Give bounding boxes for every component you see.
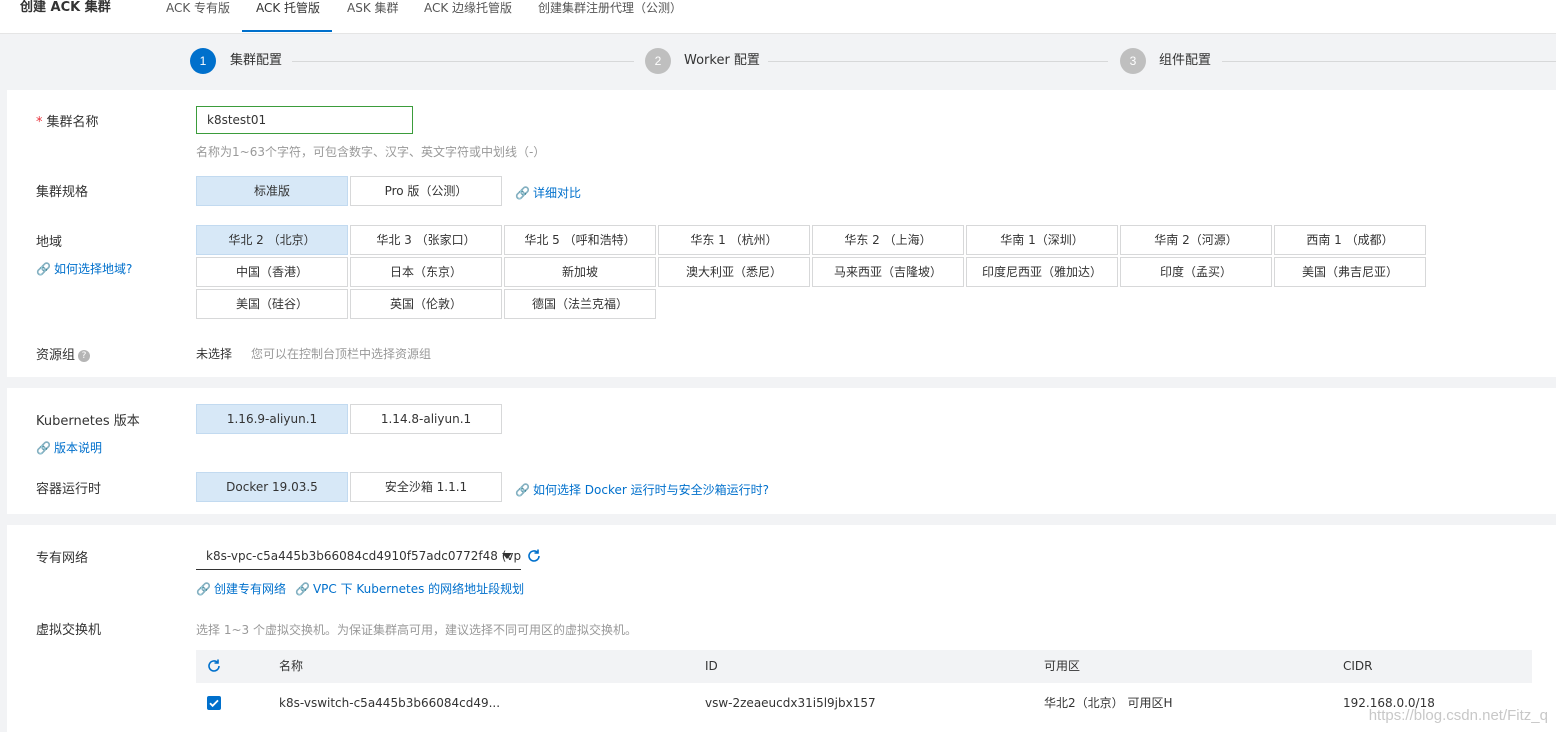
region-option[interactable]: 华东 1 （杭州） — [658, 225, 810, 255]
region-label: 地域 — [36, 235, 63, 250]
vpc-select[interactable]: k8s-vpc-c5a445b3b66084cd4910f57adc0772f4… — [196, 544, 521, 570]
required-mark: * — [36, 115, 43, 130]
row-zone: 华北2（北京） 可用区H — [1044, 696, 1173, 710]
region-option[interactable]: 华北 3 （张家口） — [350, 225, 502, 255]
tab-ack-edge[interactable]: ACK 边缘托管版 — [424, 0, 512, 16]
network-section: 专有网络 k8s-vpc-c5a445b3b66084cd4910f57adc0… — [7, 525, 1556, 732]
step-1-circle: 1 — [190, 48, 216, 74]
vpc-plan-link[interactable]: 🔗 VPC 下 Kubernetes 的网络地址段规划 — [295, 580, 524, 597]
column-header-cidr: CIDR — [1343, 659, 1373, 673]
page-title: 创建 ACK 集群 — [20, 0, 111, 15]
step-3-circle: 3 — [1120, 48, 1146, 74]
top-bar: 创建 ACK 集群 ACK 专有版 ACK 托管版 ASK 集群 ACK 边缘托… — [0, 0, 1556, 34]
version-option-1-14[interactable]: 1.14.8-aliyun.1 — [350, 404, 502, 434]
spec-compare-link[interactable]: 🔗 详细对比 — [515, 184, 581, 201]
basic-config-section: * 集群名称 k8stest01 名称为1~63个字符，可包含数字、汉字、英文字符… — [7, 90, 1556, 377]
column-header-id: ID — [705, 659, 718, 673]
kubernetes-section: Kubernetes 版本 🔗 版本说明 1.16.9-aliyun.1 1.14… — [7, 388, 1556, 514]
runtime-label: 容器运行时 — [36, 482, 102, 497]
step-connector — [292, 61, 634, 62]
column-header-zone: 可用区 — [1044, 659, 1081, 673]
vpc-label: 专有网络 — [36, 551, 89, 566]
link-icon: 🔗 — [36, 262, 51, 276]
step-2-circle: 2 — [645, 48, 671, 74]
column-header-name: 名称 — [279, 659, 304, 673]
runtime-help-link[interactable]: 🔗 如何选择 Docker 运行时与安全沙箱运行时? — [515, 481, 769, 498]
cluster-name-input[interactable]: k8stest01 — [196, 106, 413, 134]
active-tab-indicator — [242, 30, 332, 32]
resource-group-hint: 您可以在控制台顶栏中选择资源组 — [251, 347, 432, 361]
row-name: k8s-vswitch-c5a445b3b66084cd49... — [279, 696, 501, 710]
step-3-label: 组件配置 — [1159, 53, 1212, 68]
region-option[interactable]: 华南 1（深圳） — [966, 225, 1118, 255]
spec-option-standard[interactable]: 标准版 — [196, 176, 348, 206]
link-icon: 🔗 — [515, 186, 530, 200]
k8s-version-label: Kubernetes 版本 — [36, 414, 140, 429]
region-option[interactable]: 日本（东京） — [350, 257, 502, 287]
tab-ack-managed[interactable]: ACK 托管版 — [256, 0, 320, 16]
step-2-label: Worker 配置 — [684, 53, 760, 68]
refresh-icon[interactable] — [206, 658, 222, 677]
region-option[interactable]: 美国（硅谷） — [196, 289, 348, 319]
region-option[interactable]: 华南 2（河源） — [1120, 225, 1272, 255]
tab-ask[interactable]: ASK 集群 — [347, 0, 399, 16]
resource-group-label: 资源组? — [36, 344, 91, 363]
region-option[interactable]: 印度（孟买） — [1120, 257, 1272, 287]
region-option[interactable]: 美国（弗吉尼亚） — [1274, 257, 1426, 287]
link-icon: 🔗 — [515, 483, 530, 497]
tab-ack-dedicated[interactable]: ACK 专有版 — [166, 0, 230, 16]
region-option[interactable]: 印度尼西亚（雅加达） — [966, 257, 1118, 287]
step-connector — [1222, 61, 1556, 62]
vswitch-label: 虚拟交换机 — [36, 623, 102, 638]
runtime-option-sandbox[interactable]: 安全沙箱 1.1.1 — [350, 472, 502, 502]
tab-register-agent[interactable]: 创建集群注册代理（公测） — [538, 0, 682, 16]
region-option[interactable]: 新加坡 — [504, 257, 656, 287]
step-connector — [768, 61, 1108, 62]
cluster-name-label: * 集群名称 — [36, 115, 99, 130]
step-1-label: 集群配置 — [230, 53, 283, 68]
region-option[interactable]: 华北 2 （北京） — [196, 225, 348, 255]
version-option-1-16[interactable]: 1.16.9-aliyun.1 — [196, 404, 348, 434]
chevron-down-icon[interactable] — [502, 553, 512, 559]
link-icon: 🔗 — [196, 582, 211, 596]
help-icon[interactable]: ? — [78, 349, 91, 362]
vswitch-table-header: 名称 ID 可用区 CIDR — [196, 650, 1532, 683]
cluster-spec-label: 集群规格 — [36, 185, 89, 200]
link-icon: 🔗 — [295, 582, 310, 596]
link-icon: 🔗 — [36, 441, 51, 455]
region-help-link[interactable]: 🔗 如何选择地域? — [36, 260, 132, 277]
version-notes-link[interactable]: 🔗 版本说明 — [36, 439, 102, 456]
vswitch-hint: 选择 1~3 个虚拟交换机。为保证集群高可用，建议选择不同可用区的虚拟交换机。 — [196, 623, 637, 637]
cluster-name-hint: 名称为1~63个字符，可包含数字、汉字、英文字符或中划线（-） — [196, 145, 546, 159]
spec-option-pro[interactable]: Pro 版（公测） — [350, 176, 502, 206]
runtime-option-docker[interactable]: Docker 19.03.5 — [196, 472, 348, 502]
watermark: https://blog.csdn.net/Fitz_q — [1368, 707, 1548, 724]
region-option[interactable]: 德国（法兰克福） — [504, 289, 656, 319]
region-option[interactable]: 西南 1 （成都） — [1274, 225, 1426, 255]
region-option[interactable]: 中国（香港） — [196, 257, 348, 287]
wizard-steps: 1 集群配置 2 Worker 配置 3 组件配置 — [0, 34, 1556, 90]
region-option[interactable]: 华东 2 （上海） — [812, 225, 964, 255]
create-vpc-link[interactable]: 🔗 创建专有网络 — [196, 580, 286, 597]
refresh-icon[interactable] — [526, 548, 542, 567]
region-option[interactable]: 英国（伦敦） — [350, 289, 502, 319]
region-option[interactable]: 马来西亚（吉隆坡） — [812, 257, 964, 287]
row-id: vsw-2zeaeucdx31i5l9jbx157 — [705, 696, 876, 710]
resource-group-value: 未选择 — [196, 347, 233, 361]
row-checkbox[interactable] — [207, 696, 221, 710]
region-option[interactable]: 华北 5 （呼和浩特） — [504, 225, 656, 255]
region-option[interactable]: 澳大利亚（悉尼） — [658, 257, 810, 287]
